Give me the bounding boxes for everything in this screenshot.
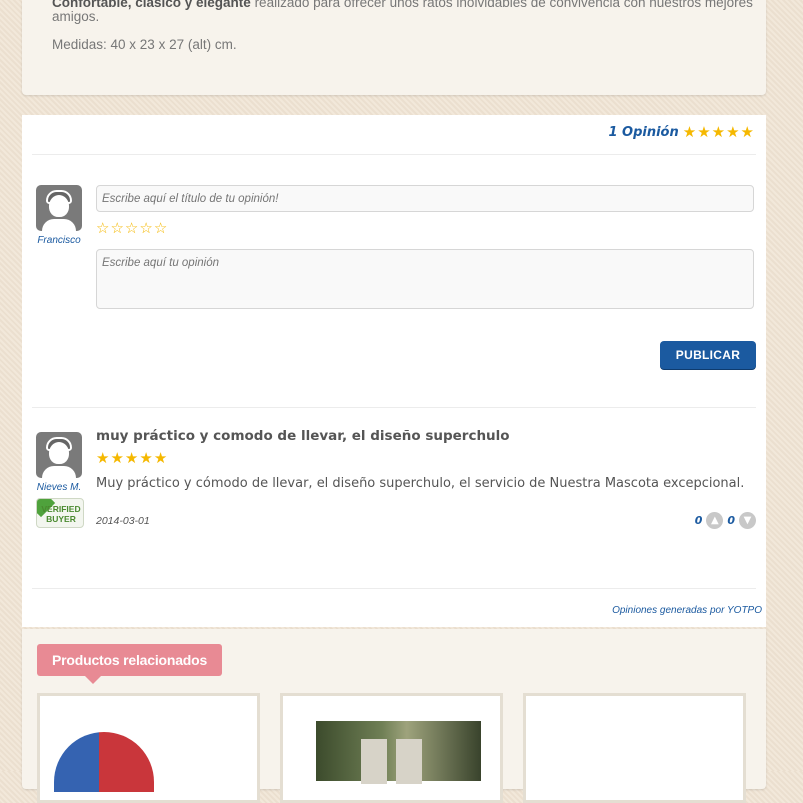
review-body: Muy práctico y cómodo de llevar, el dise… <box>96 476 745 491</box>
badge-line-2: BUYER <box>46 514 76 524</box>
empty-star-icon[interactable]: ☆ <box>139 221 152 236</box>
rating-selector[interactable]: ☆ ☆ ☆ ☆ ☆ <box>96 221 167 236</box>
star-icon: ★ <box>124 449 139 467</box>
reviewer-name: Nieves M. <box>36 482 82 493</box>
star-icon: ★ <box>96 449 110 467</box>
review-body-input[interactable] <box>96 249 754 309</box>
description-line-2: amigos. <box>52 9 100 24</box>
star-icon: ★ <box>697 123 711 141</box>
publish-button[interactable]: PUBLICAR <box>660 341 756 369</box>
review-title: muy práctico y comodo de llevar, el dise… <box>96 428 510 444</box>
thumbs-down-icon[interactable]: ▼ <box>739 512 756 529</box>
star-icon: ★ <box>682 123 697 141</box>
votes-up-count: 0 <box>694 514 703 527</box>
product-thumbnail[interactable] <box>316 721 481 784</box>
star-icon: ★ <box>740 123 754 141</box>
related-products-panel: Productos relacionados <box>22 629 766 803</box>
empty-star-icon[interactable]: ☆ <box>125 221 138 236</box>
star-icon: ★ <box>110 449 124 467</box>
thumbs-up-icon[interactable]: ▲ <box>706 512 724 529</box>
star-icon: ★ <box>139 449 153 467</box>
reviewer-avatar <box>36 432 82 478</box>
divider <box>32 588 756 589</box>
reviews-count[interactable]: 1 Opinión <box>608 125 678 140</box>
reviews-summary[interactable]: 1 Opinión ★ ★ ★ ★ ★ <box>608 125 754 141</box>
user-avatar <box>36 185 82 231</box>
review-date: 2014-03-01 <box>96 515 150 527</box>
related-product-card[interactable] <box>280 693 503 803</box>
user-name: Francisco <box>37 235 81 246</box>
description-line-1: Confortable, clásico y elegante realizad… <box>52 0 753 10</box>
review-stars: ★ ★ ★ ★ ★ <box>96 451 167 466</box>
reviews-panel: 1 Opinión ★★★★★ Francisco ☆☆☆☆☆ PUBLICAR… <box>22 115 766 627</box>
related-product-card[interactable] <box>523 693 746 803</box>
divider <box>32 407 756 408</box>
review-votes: 0 ▲ 0 ▼ <box>695 512 756 529</box>
star-icon: ★ <box>726 123 740 141</box>
summary-stars: ★ ★ ★ ★ ★ <box>683 125 754 140</box>
star-icon: ★ <box>153 449 168 467</box>
badge-line-1: VERIFIED <box>41 504 81 514</box>
powered-by-link[interactable]: Opiniones generadas por YOTPO <box>612 605 762 616</box>
votes-down-count: 0 <box>727 514 735 527</box>
empty-star-icon[interactable]: ☆ <box>154 221 167 236</box>
divider <box>32 154 756 155</box>
description-measures: Medidas: 40 x 23 x 27 (alt) cm. <box>52 37 237 52</box>
product-description-panel: Confortable, clásico y elegante realizad… <box>22 0 766 95</box>
verified-buyer-badge: VERIFIED BUYER <box>36 498 84 528</box>
review-title-input[interactable] <box>96 185 754 212</box>
empty-star-icon[interactable]: ☆ <box>96 221 109 236</box>
related-products-title: Productos relacionados <box>37 644 223 684</box>
product-thumbnail[interactable] <box>54 732 154 792</box>
empty-star-icon[interactable]: ☆ <box>110 221 123 236</box>
star-icon: ★ <box>711 123 726 141</box>
related-product-card[interactable] <box>37 693 260 803</box>
